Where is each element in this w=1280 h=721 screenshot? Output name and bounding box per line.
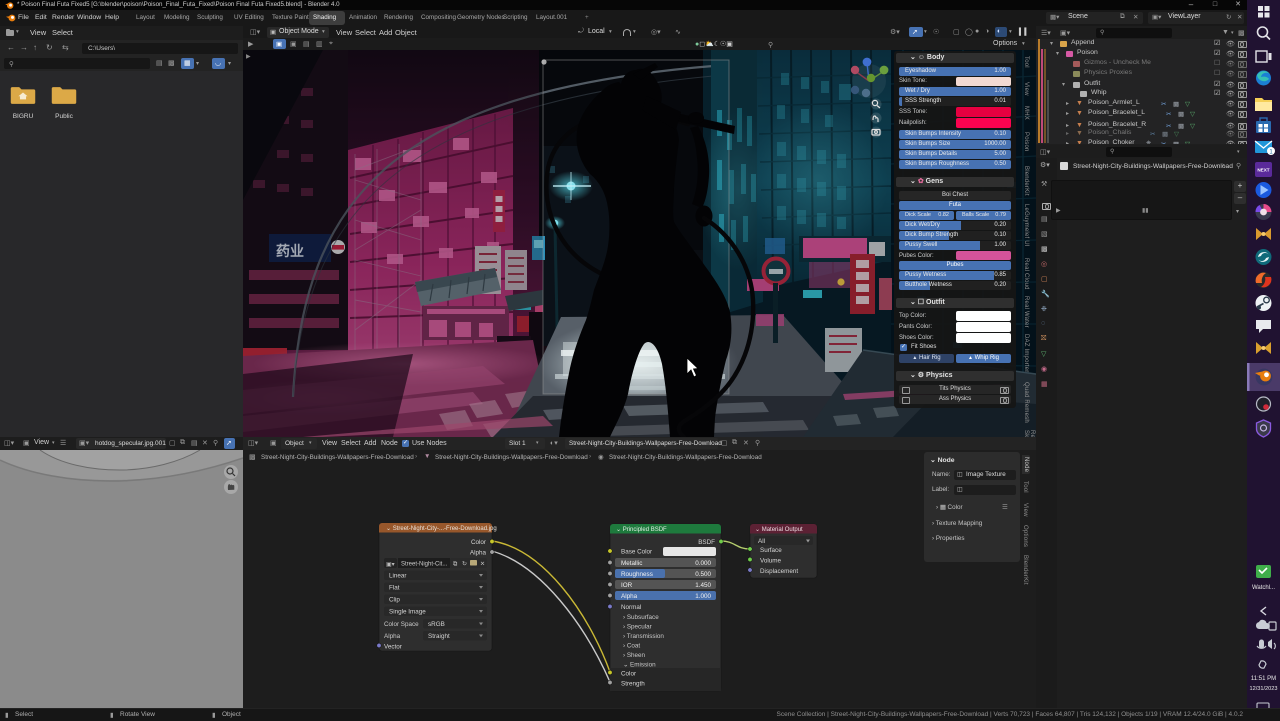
svg-text:⧉: ⧉: [453, 561, 458, 568]
svg-text:⌄ Emission: ⌄ Emission: [623, 662, 656, 669]
svg-text:Single Image: Single Image: [389, 609, 426, 616]
svg-text:› Subsurface: › Subsurface: [623, 614, 659, 621]
svg-text:Strength: Strength: [621, 681, 645, 688]
svg-text:Surface: Surface: [760, 547, 782, 554]
svg-text:▣▾: ▣▾: [386, 562, 395, 568]
svg-text:Volume: Volume: [760, 558, 782, 565]
svg-text:Color Space: Color Space: [384, 621, 419, 628]
svg-text:Alpha: Alpha: [470, 550, 487, 557]
svg-text:↻: ↻: [462, 561, 467, 568]
svg-text:Alpha: Alpha: [621, 593, 638, 600]
svg-text:⌄ Principled BSDF: ⌄ Principled BSDF: [616, 527, 667, 533]
svg-text:Alpha: Alpha: [384, 633, 401, 640]
svg-text:Normal: Normal: [621, 604, 641, 611]
svg-text:Displacement: Displacement: [760, 568, 798, 575]
svg-text:› Transmission: › Transmission: [623, 633, 664, 640]
svg-text:Roughness: Roughness: [621, 571, 653, 578]
svg-text:⌄ Street-Night-City-...-Free-D: ⌄ Street-Night-City-...-Free-Download.jp…: [386, 526, 497, 532]
svg-text:1.450: 1.450: [695, 582, 711, 589]
svg-text:✕: ✕: [480, 561, 485, 568]
svg-text:Clip: Clip: [389, 597, 400, 604]
svg-text:Vector: Vector: [384, 644, 402, 651]
svg-text:Street-Night-Cit...: Street-Night-Cit...: [401, 562, 448, 568]
svg-text:› Specular: › Specular: [623, 624, 652, 631]
svg-text:Base Color: Base Color: [621, 549, 652, 556]
svg-text:1.000: 1.000: [695, 593, 711, 600]
svg-text:BSDF: BSDF: [698, 539, 715, 546]
svg-text:Color: Color: [621, 671, 636, 678]
svg-text:IOR: IOR: [621, 582, 633, 589]
svg-text:⌄ Material Output: ⌄ Material Output: [755, 527, 803, 533]
svg-text:0.000: 0.000: [695, 560, 711, 567]
svg-text:Color: Color: [471, 539, 486, 546]
svg-text:Linear: Linear: [389, 573, 407, 580]
svg-text:Straight: Straight: [428, 633, 450, 640]
svg-text:› Sheen: › Sheen: [623, 652, 646, 659]
svg-text:sRGB: sRGB: [428, 621, 445, 628]
svg-text:Metallic: Metallic: [621, 560, 642, 567]
svg-text:NEXT: NEXT: [1257, 168, 1269, 173]
svg-text:0.500: 0.500: [695, 571, 711, 578]
svg-text:› Coat: › Coat: [623, 643, 640, 650]
svg-text:All: All: [758, 538, 765, 545]
svg-text:Flat: Flat: [389, 585, 400, 592]
